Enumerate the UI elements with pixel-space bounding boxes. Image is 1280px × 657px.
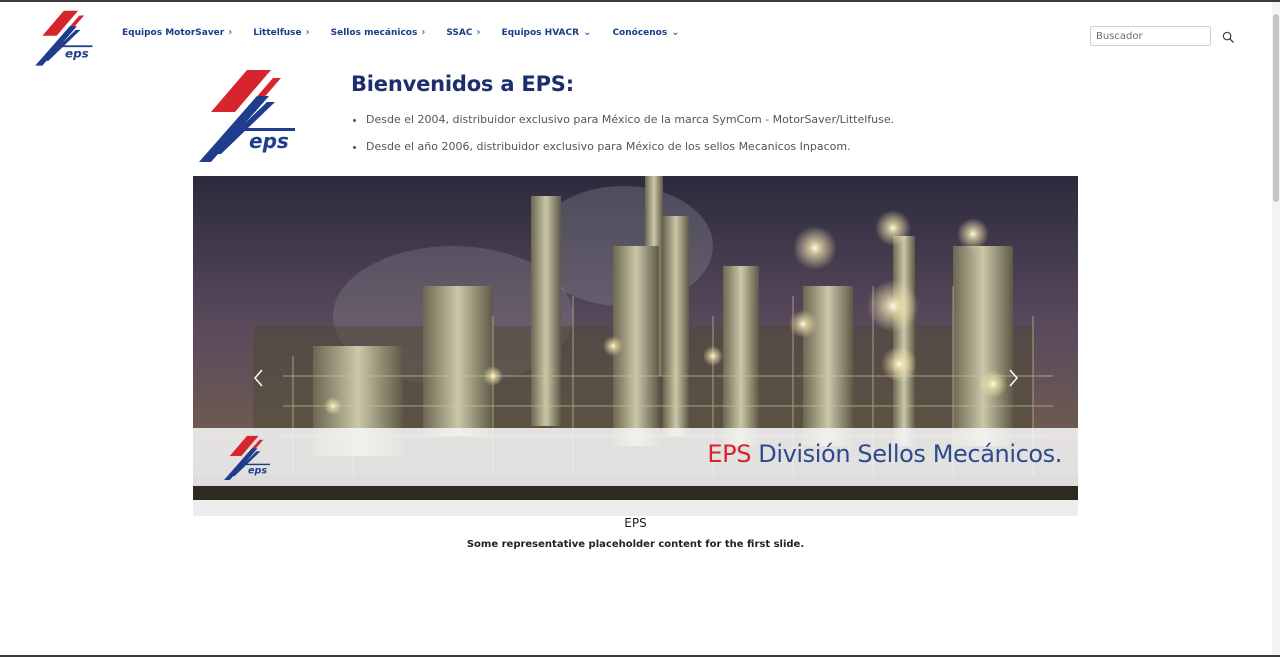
eps-logo-large: eps (199, 70, 295, 162)
logo-wordmark: eps (249, 129, 289, 153)
chevron-down-icon: ⌄ (583, 27, 592, 38)
nav-item-equipos-hvacr[interactable]: Equipos HVACR ⌄ (501, 27, 592, 39)
slide-caption-title: EPS (624, 516, 647, 530)
hero-carousel: eps EPS División Sellos Mecánicos. (193, 176, 1078, 516)
chevron-down-icon: ⌄ (671, 27, 680, 38)
list-item: Desde el 2004, distribuidor exclusivo pa… (366, 106, 894, 133)
banner-label: División Sellos Mecánicos. (751, 440, 1062, 468)
nav-item-littelfuse[interactable]: Littelfuse › (253, 27, 310, 39)
banner-text: EPS División Sellos Mecánicos. (707, 440, 1062, 468)
nav-item-equipos-motorsaver[interactable]: Equipos MotorSaver › (122, 27, 233, 39)
chevron-right-icon: › (228, 27, 233, 38)
slide-caption-text: Some representative placeholder content … (466, 539, 805, 550)
chevron-right-icon: › (421, 27, 426, 38)
scrollbar-thumb[interactable] (1273, 14, 1279, 202)
nav-item-label: SSAC (446, 28, 473, 38)
chevron-left-icon[interactable] (249, 366, 269, 390)
nav-item-ssac[interactable]: SSAC › (446, 27, 481, 39)
logo-wordmark: eps (248, 465, 267, 476)
page-scrollbar[interactable] (1272, 2, 1280, 655)
nav-item-label: Sellos mecánicos (330, 28, 418, 38)
nav-item-label: Equipos HVACR (501, 28, 580, 38)
nav-item-sellos-mecanicos[interactable]: Sellos mecánicos › (330, 27, 426, 39)
carousel-strip (193, 500, 1078, 516)
eps-logo[interactable]: eps (34, 8, 96, 66)
nav-item-label: Conócenos (612, 28, 668, 38)
search-input[interactable] (1090, 26, 1211, 46)
chevron-right-icon: › (305, 27, 310, 38)
search-icon[interactable] (1222, 31, 1235, 44)
nav-item-conocenos[interactable]: Conócenos ⌄ (612, 27, 680, 39)
banner-accent: EPS (707, 440, 752, 468)
main-nav: Equipos MotorSaver › Littelfuse › Sellos… (122, 27, 701, 39)
division-banner: eps EPS División Sellos Mecánicos. (193, 428, 1078, 486)
chevron-right-icon: › (476, 27, 481, 38)
list-item: Desde el año 2006, distribuidor exclusiv… (366, 133, 894, 160)
chevron-right-icon[interactable] (1003, 366, 1023, 390)
page: eps Equipos MotorSaver › Littelfuse › Se… (0, 0, 1280, 657)
welcome-title: Bienvenidos a EPS: (351, 72, 574, 96)
nav-item-label: Littelfuse (253, 28, 302, 38)
welcome-list: Desde el 2004, distribuidor exclusivo pa… (351, 106, 894, 160)
logo-wordmark: eps (65, 46, 89, 60)
nav-item-label: Equipos MotorSaver (122, 28, 225, 38)
site-header: eps Equipos MotorSaver › Littelfuse › Se… (0, 2, 1272, 72)
eps-logo-banner: eps (224, 435, 271, 480)
